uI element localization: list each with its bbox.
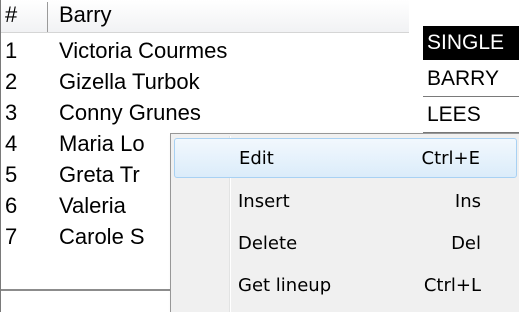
list-row[interactable]: 2 Gizella Turbok [1,66,409,97]
player-name: Conny Grunes [59,100,201,125]
player-name: Maria Lo [59,131,145,156]
context-menu-item-edit[interactable]: Edit Ctrl+E [174,138,517,178]
category-item-lees[interactable]: LEES [423,98,519,132]
category-item-single[interactable]: SINGLE [423,26,519,60]
row-number: 2 [5,69,18,94]
menu-item-shortcut: Ins [454,191,481,212]
column-header-number[interactable]: # [5,0,47,32]
player-name: Carole S [59,224,145,249]
menu-item-label: Insert [238,191,290,212]
menu-item-label: Get lineup [238,275,332,296]
category-item-barry[interactable]: BARRY [423,62,519,96]
list-row[interactable]: 1 Victoria Courmes [1,35,409,66]
context-menu-item-delete[interactable]: Delete Del [174,224,517,264]
menu-item-shortcut: Del [451,233,481,254]
context-menu-item-insert[interactable]: Insert Ins [174,182,517,222]
column-header-divider[interactable] [47,2,48,32]
menu-item-shortcut: Ctrl+E [421,148,480,169]
list-row[interactable]: 3 Conny Grunes [1,97,409,128]
row-number: 6 [5,193,18,218]
column-header-name[interactable]: Barry [59,0,399,32]
row-number: 5 [5,162,18,187]
player-name: Greta Tr [59,162,140,187]
row-number: 1 [5,38,18,63]
category-divider [423,96,519,97]
menu-item-shortcut: Ctrl+L [423,275,481,296]
menu-item-label: Delete [238,233,298,254]
row-number: 7 [5,224,18,249]
context-menu-item-get-lineup[interactable]: Get lineup Ctrl+L [174,266,517,306]
list-header: # Barry [1,0,409,33]
player-name: Victoria Courmes [59,38,228,63]
context-menu: Edit Ctrl+E Insert Ins Delete Del Get li… [170,133,519,312]
player-name: Valeria [59,193,126,218]
menu-item-label: Edit [239,148,274,169]
row-number: 4 [5,131,18,156]
player-name: Gizella Turbok [59,69,200,94]
row-number: 3 [5,100,18,125]
